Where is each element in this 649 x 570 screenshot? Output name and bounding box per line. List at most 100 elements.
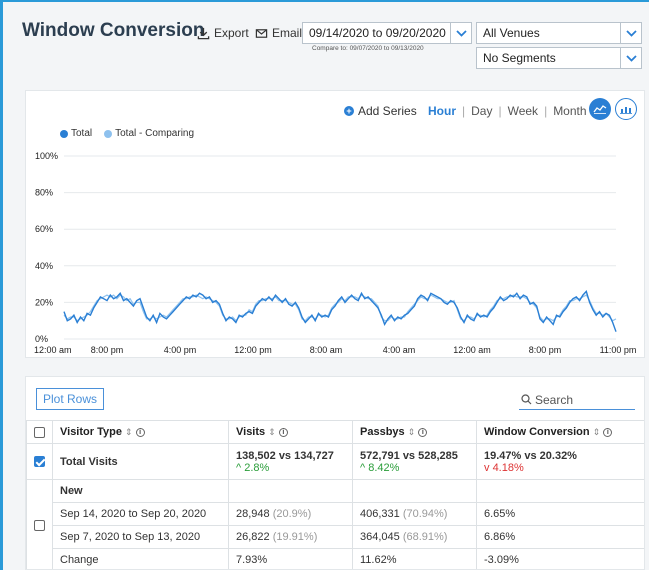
change-value: 2.8% bbox=[244, 461, 270, 474]
table-row: Change 7.93% 11.62% -3.09% bbox=[27, 548, 644, 569]
granularity-tabs: Hour | Day | Week | Month bbox=[428, 104, 587, 118]
visits-value: 138,502 vs 134,727 bbox=[236, 449, 334, 462]
table-row-total: Total Visits 138,502 vs 134,727 ^ 2.8% 5… bbox=[26, 443, 644, 480]
x-tick-label: 8:00 am bbox=[310, 345, 343, 355]
column-header-window-conversion[interactable]: Window Conversion ⇕ i bbox=[476, 420, 644, 444]
table-header-row: Visitor Type ⇕ i Visits ⇕ i Passbys ⇕ i … bbox=[26, 420, 644, 444]
row-checkbox-checked[interactable] bbox=[34, 456, 45, 468]
visits-value: 28,948 bbox=[236, 508, 270, 520]
info-icon[interactable]: i bbox=[603, 427, 613, 437]
sort-icon[interactable]: ⇕ bbox=[593, 427, 601, 437]
tab-hour[interactable]: Hour bbox=[428, 104, 456, 118]
column-header-passbys[interactable]: Passbys ⇕ i bbox=[352, 420, 477, 444]
passbys-cell: 406,331 (70.94%) bbox=[352, 502, 477, 526]
column-label: Visits bbox=[236, 426, 266, 438]
plus-circle-icon: + bbox=[344, 106, 354, 116]
table-row-group: New bbox=[26, 479, 644, 569]
x-tick-label: 12:00 am bbox=[34, 345, 72, 355]
passbys-value: 572,791 vs 528,285 bbox=[360, 449, 458, 462]
plot-rows-button[interactable]: Plot Rows bbox=[36, 388, 105, 410]
empty-cell bbox=[352, 479, 477, 503]
visits-cell: 26,822 (19.91%) bbox=[228, 525, 353, 549]
tab-day[interactable]: Day bbox=[471, 104, 492, 118]
chevron-down-icon[interactable] bbox=[620, 48, 641, 68]
tab-month[interactable]: Month bbox=[553, 104, 586, 118]
column-header-visits[interactable]: Visits ⇕ i bbox=[228, 420, 353, 444]
info-icon[interactable]: i bbox=[418, 427, 428, 437]
export-button[interactable]: Export bbox=[197, 26, 249, 40]
legend-item-total[interactable]: Total bbox=[60, 128, 92, 139]
table-card: Plot Rows Search Visitor Type ⇕ i Visits… bbox=[25, 376, 645, 570]
arrow-down-icon: v bbox=[484, 461, 490, 474]
chart-legend: Total Total - Comparing bbox=[60, 128, 194, 139]
legend-label: Total bbox=[71, 128, 93, 139]
sort-icon[interactable]: ⇕ bbox=[408, 427, 416, 437]
tab-separator: | bbox=[462, 104, 466, 118]
row-select-cell bbox=[26, 443, 53, 480]
info-icon[interactable]: i bbox=[278, 427, 288, 437]
x-tick-label: 4:00 pm bbox=[164, 345, 197, 355]
sort-icon[interactable]: ⇕ bbox=[125, 427, 133, 437]
segment-select[interactable]: No Segments bbox=[476, 47, 642, 69]
y-tick-label: 80% bbox=[35, 188, 53, 198]
x-tick-label: 8:00 pm bbox=[529, 345, 562, 355]
row-checkbox[interactable] bbox=[34, 520, 45, 532]
passbys-cell: 11.62% bbox=[352, 548, 477, 569]
table-row: Sep 14, 2020 to Sep 20, 2020 28,948 (20.… bbox=[27, 502, 644, 526]
download-icon bbox=[197, 27, 210, 39]
group-select-cell bbox=[26, 479, 53, 569]
legend-item-comparing[interactable]: Total - Comparing bbox=[104, 128, 194, 139]
page-title: Window Conversion bbox=[22, 20, 205, 41]
legend-dot bbox=[60, 129, 68, 138]
legend-label: Total - Comparing bbox=[115, 128, 195, 139]
tab-separator: | bbox=[498, 104, 502, 118]
passbys-cell: 364,045 (68.91%) bbox=[352, 525, 477, 549]
empty-cell bbox=[476, 479, 644, 503]
line-chart-toggle[interactable] bbox=[589, 98, 611, 120]
select-all-cell bbox=[26, 420, 53, 444]
empty-cell bbox=[228, 479, 353, 503]
visits-change: ^ 2.8% bbox=[236, 462, 345, 474]
passbys-share: (70.94%) bbox=[402, 508, 448, 520]
x-tick-label: 12:00 pm bbox=[234, 345, 272, 355]
arrow-up-icon: ^ bbox=[236, 461, 242, 474]
passbys-share: (68.91%) bbox=[402, 531, 448, 543]
legend-dot bbox=[104, 129, 113, 138]
visits-cell: 28,948 (20.9%) bbox=[228, 502, 353, 526]
date-range-value: 09/14/2020 to 09/20/2020 bbox=[309, 26, 446, 40]
search-input[interactable]: Search bbox=[519, 390, 635, 410]
chevron-down-icon[interactable] bbox=[620, 23, 641, 43]
column-header-visitor-type[interactable]: Visitor Type ⇕ i bbox=[52, 420, 229, 444]
add-series-button[interactable]: + Add Series bbox=[344, 104, 417, 118]
passbys-value: 364,045 bbox=[360, 531, 400, 543]
row-label: Total Visits bbox=[52, 443, 229, 480]
y-tick-label: 100% bbox=[35, 151, 58, 161]
sort-icon[interactable]: ⇕ bbox=[268, 427, 276, 437]
arrow-up-icon: ^ bbox=[360, 461, 366, 474]
group-label: New bbox=[52, 479, 229, 503]
row-label: Sep 14, 2020 to Sep 20, 2020 bbox=[52, 502, 229, 526]
conversion-cell: 6.86% bbox=[476, 525, 644, 549]
x-tick-label: 4:00 am bbox=[383, 345, 416, 355]
chevron-down-icon[interactable] bbox=[450, 23, 471, 43]
conversion-cell: 19.47% vs 20.32% v 4.18% bbox=[476, 443, 644, 480]
y-tick-label: 60% bbox=[35, 224, 53, 234]
search-icon bbox=[521, 394, 532, 405]
venue-select[interactable]: All Venues bbox=[476, 22, 642, 44]
tab-week[interactable]: Week bbox=[508, 104, 538, 118]
select-all-checkbox[interactable] bbox=[34, 426, 45, 438]
data-table: Visitor Type ⇕ i Visits ⇕ i Passbys ⇕ i … bbox=[26, 420, 644, 569]
info-icon[interactable]: i bbox=[135, 427, 145, 437]
chart-card: 0% 20% 40% 60% 80% 100% 12:00 am 8:00 pm 4:00 pm… bbox=[25, 90, 645, 358]
email-button[interactable]: Email bbox=[255, 26, 302, 40]
visits-value: 26,822 bbox=[236, 531, 270, 543]
date-range-select[interactable]: 09/14/2020 to 09/20/2020 bbox=[302, 22, 472, 44]
compare-range-text: Compare to: 09/07/2020 to 09/13/2020 bbox=[312, 45, 424, 52]
tab-separator: | bbox=[544, 104, 548, 118]
column-label: Visitor Type bbox=[60, 426, 122, 438]
conversion-value: 19.47% vs 20.32% bbox=[484, 449, 577, 462]
segment-value: No Segments bbox=[483, 51, 556, 65]
add-series-label: Add Series bbox=[358, 104, 417, 118]
series-line-total bbox=[63, 290, 617, 332]
bar-chart-toggle[interactable] bbox=[615, 98, 637, 120]
